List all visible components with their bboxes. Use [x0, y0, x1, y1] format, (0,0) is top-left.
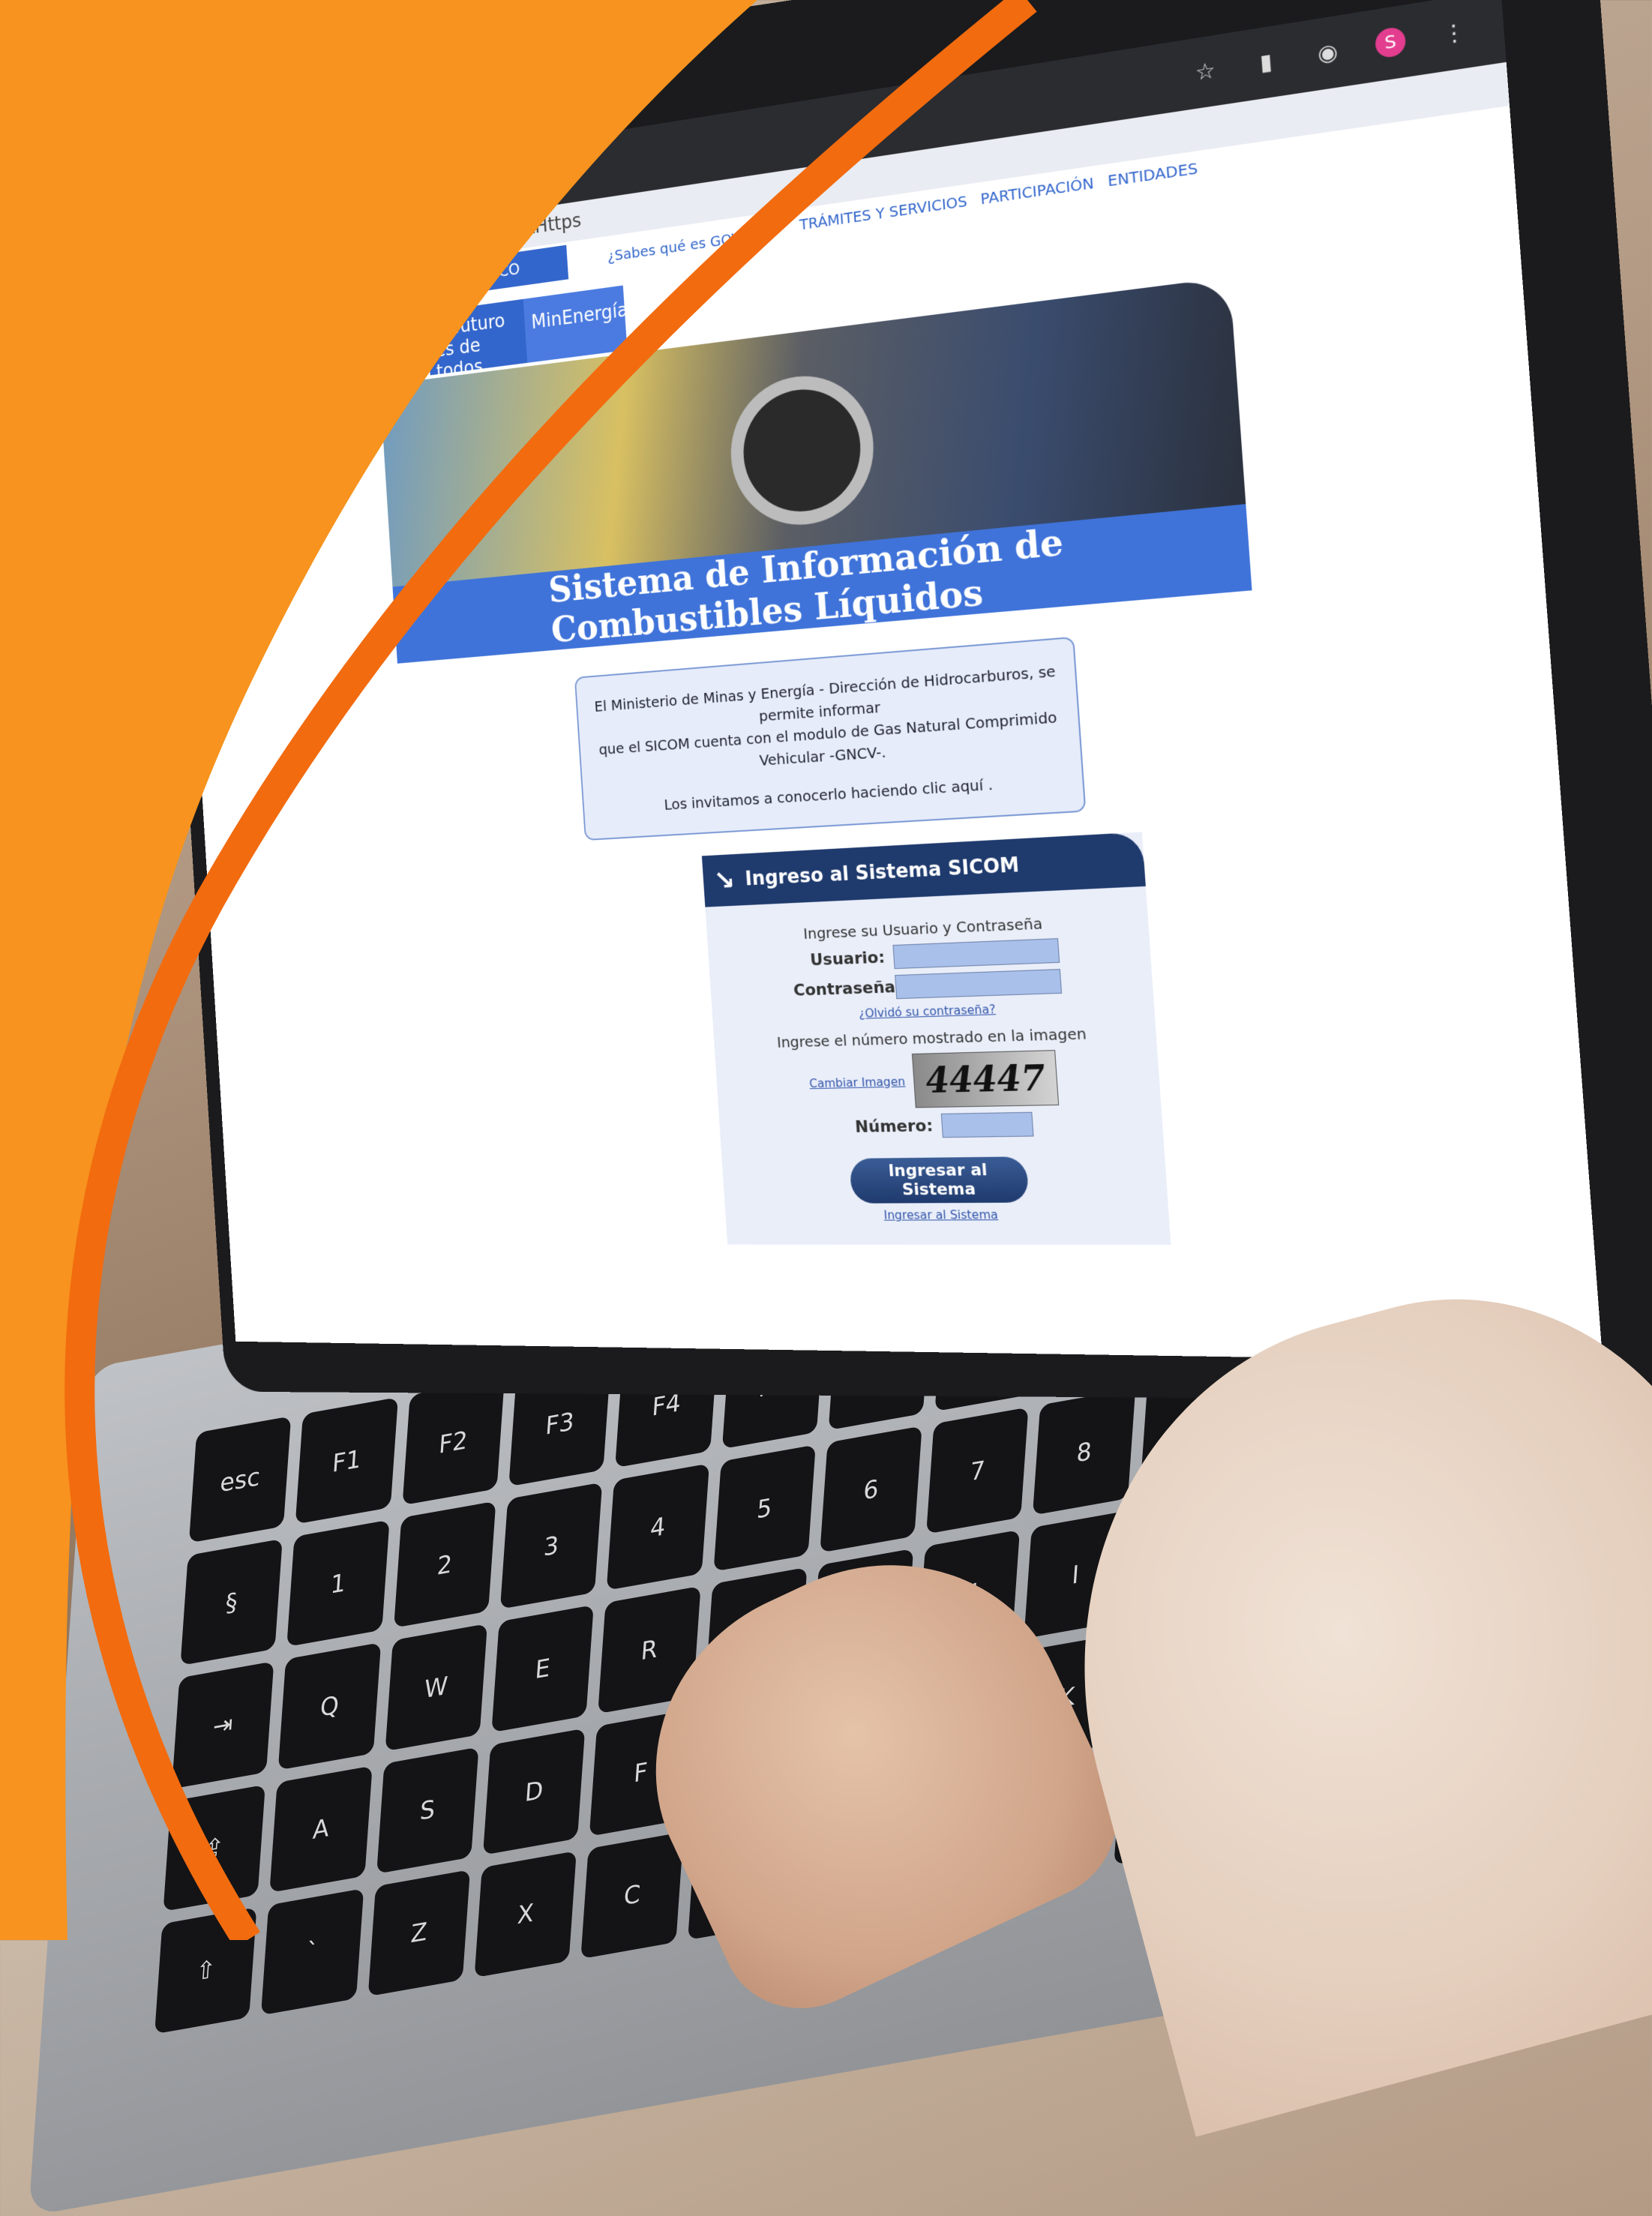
fuel-gauge-icon	[726, 367, 879, 532]
gov-co-label: GOV.CO	[463, 259, 521, 286]
keyboard-key: 6	[820, 1426, 922, 1554]
menu-icon[interactable]: ⋮	[1438, 16, 1471, 49]
captcha-image: 44447	[912, 1050, 1060, 1108]
notice-box: El Ministerio de Minas y Energía - Direc…	[574, 636, 1087, 841]
keyboard-key: X	[474, 1850, 577, 1978]
brand-slogan: El futuro es de todos	[426, 298, 528, 383]
keyboard-key: 7	[926, 1407, 1029, 1535]
keyboard-key: 3	[499, 1482, 603, 1610]
user-label: Usuario:	[809, 948, 886, 970]
keyboard-key: F1	[295, 1397, 398, 1525]
keyboard-key: 5	[712, 1444, 816, 1573]
keyboard-key: D	[482, 1728, 586, 1855]
number-label: Número:	[854, 1116, 934, 1137]
captcha-row: Cambiar Imagen 44447	[729, 1048, 1145, 1111]
keyboard-key: `	[261, 1888, 364, 2016]
notice-line3-prefix: Los invitamos a conocerlo haciendo clic	[663, 778, 947, 814]
keyboard-key: esc	[188, 1416, 292, 1543]
keyboard-key: E	[491, 1605, 594, 1732]
keyboard-key: ⇪	[163, 1784, 266, 1912]
keyboard-key: ⇥	[171, 1661, 274, 1789]
captcha-prompt: Ingrese el número mostrado en la imagen	[776, 1024, 1087, 1051]
keyboard-key: 2	[393, 1501, 496, 1629]
keyboard-key: Q	[278, 1642, 381, 1771]
login-body: Ingrese su Usuario y Contraseña Usuario:…	[705, 886, 1171, 1245]
keyboard-key: F2	[402, 1378, 505, 1506]
extension-icon[interactable]: ▮	[1251, 46, 1282, 79]
banner-title: Sistema de Información de Combustibles L…	[392, 504, 1252, 664]
avatar[interactable]: S	[1374, 25, 1407, 59]
coat-of-arms-icon: ⛨	[376, 321, 418, 375]
gov-link-entidades[interactable]: ENTIDADES	[1107, 159, 1198, 190]
login-panel: ↘ Ingreso al Sistema SICOM Ingrese su Us…	[701, 832, 1171, 1245]
login-title: Ingreso al Sistema SICOM	[744, 853, 1021, 891]
browser-screen: ☆ ▮ ◉ S ⋮ thod=pRedirectHttps GOV.CO ¿Sa…	[166, 0, 1603, 1363]
keyboard-key: A	[269, 1765, 373, 1893]
keyboard-key: ⇧	[154, 1906, 257, 2035]
password-label: Contraseña:	[793, 977, 903, 1000]
user-input[interactable]	[892, 938, 1060, 970]
captcha-input[interactable]	[940, 1111, 1034, 1138]
change-image-link[interactable]: Cambiar Imagen	[809, 1074, 906, 1090]
number-row: Número:	[733, 1110, 1147, 1141]
keyboard-key: 1	[286, 1519, 390, 1648]
keyboard-key: §	[180, 1538, 283, 1666]
keyboard-key: Z	[367, 1869, 470, 1997]
keyboard-key: 4	[606, 1463, 709, 1591]
keyboard-key: 8	[1033, 1388, 1135, 1516]
keyboard-key: W	[385, 1624, 487, 1751]
password-input[interactable]	[895, 969, 1063, 1000]
ministry-logo: MinEnergía	[523, 285, 628, 363]
keyboard-key: S	[376, 1747, 479, 1874]
photo-scene: escF1F2F3F4F5F6F7F8F9F10F11F12§123456789…	[0, 0, 1652, 2216]
star-icon[interactable]: ☆	[1190, 55, 1221, 87]
arrow-down-right-icon: ↘	[712, 865, 736, 896]
submit-button[interactable]: Ingresar al Sistema	[849, 1156, 1030, 1204]
notice-line3-suffix: .	[987, 775, 994, 794]
notice-link-aqui[interactable]: aquí	[951, 776, 984, 796]
profile-icon[interactable]: ◉	[1312, 36, 1344, 69]
submit-link[interactable]: Ingresar al Sistema	[739, 1207, 1154, 1222]
